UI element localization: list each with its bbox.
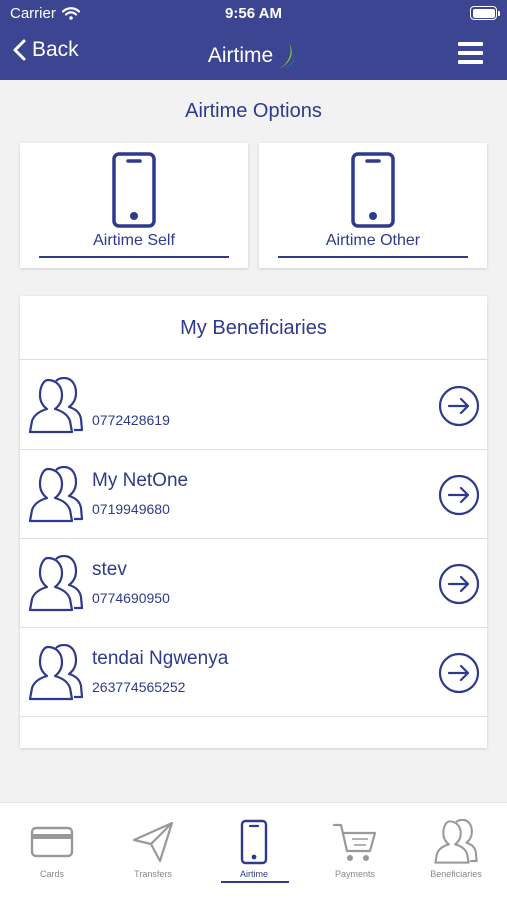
- status-time: 9:56 AM: [225, 5, 282, 22]
- tab-beneficiaries-label: Beneficiaries: [430, 869, 482, 879]
- airtime-options-title: Airtime Options: [185, 100, 322, 122]
- cart-icon: [332, 823, 377, 861]
- page-title: Airtime: [0, 41, 507, 71]
- beneficiary-name: tendai Ngwenya: [92, 648, 229, 669]
- paper-plane-icon: [132, 821, 174, 863]
- page-title-text: Airtime: [207, 44, 274, 67]
- tab-transfers[interactable]: Transfers: [108, 819, 198, 879]
- users-icon: [28, 377, 84, 434]
- beneficiary-row[interactable]: My NetOne 0719949680: [20, 450, 487, 539]
- airtime-self-label: Airtime Self: [93, 232, 175, 249]
- tab-payments[interactable]: Payments: [310, 819, 400, 879]
- beneficiary-phone: 0719949680: [92, 501, 170, 517]
- airtime-other-label: Airtime Other: [325, 232, 421, 249]
- tab-airtime-label: Airtime: [239, 869, 268, 879]
- beneficiary-row[interactable]: stev 0774690950: [20, 539, 487, 628]
- airtime-other-underline: [278, 256, 468, 258]
- users-icon: [28, 644, 84, 701]
- airtime-self-underline: [39, 256, 229, 258]
- tab-cards[interactable]: Cards: [7, 819, 97, 879]
- beneficiary-row[interactable]: 0772428619: [20, 361, 487, 450]
- beneficiary-name: My NetOne: [92, 470, 189, 491]
- brand-logo-icon: [279, 43, 296, 69]
- users-icon: [434, 819, 478, 864]
- beneficiary-phone: 0772428619: [92, 412, 170, 428]
- beneficiary-phone: 0774690950: [92, 590, 170, 606]
- status-bar: Carrier 9:56 AM: [0, 0, 507, 28]
- users-icon: [28, 466, 84, 523]
- arrow-right-circle-icon[interactable]: [438, 652, 480, 694]
- arrow-right-circle-icon[interactable]: [438, 385, 480, 427]
- bottom-tab-bar: Cards Transfers Airtime Payments Benefic…: [0, 802, 507, 900]
- mobile-phone-icon: [112, 152, 156, 228]
- tab-airtime[interactable]: Airtime: [209, 819, 299, 883]
- menu-button[interactable]: [458, 42, 483, 64]
- card-icon: [30, 826, 74, 858]
- beneficiary-row[interactable]: tendai Ngwenya 263774565252: [20, 628, 487, 717]
- nav-bar: Back Airtime: [0, 30, 507, 78]
- beneficiaries-panel: My Beneficiaries 0772428619 My NetOne 07…: [20, 296, 487, 748]
- beneficiary-phone: 263774565252: [92, 679, 186, 695]
- beneficiaries-title: My Beneficiaries: [20, 296, 487, 360]
- tab-payments-label: Payments: [334, 869, 376, 879]
- arrow-right-circle-icon[interactable]: [438, 474, 480, 516]
- mobile-phone-icon: [240, 819, 268, 865]
- arrow-right-circle-icon[interactable]: [438, 563, 480, 605]
- mobile-phone-icon: [351, 152, 395, 228]
- tab-beneficiaries[interactable]: Beneficiaries: [411, 819, 501, 879]
- battery-icon: [470, 6, 500, 20]
- airtime-self-card[interactable]: Airtime Self: [20, 143, 248, 268]
- tab-transfers-label: Transfers: [134, 869, 172, 879]
- active-tab-indicator: [221, 881, 289, 883]
- app-header: Carrier 9:56 AM Back Airtime: [0, 0, 507, 80]
- tab-cards-label: Cards: [39, 869, 64, 879]
- users-icon: [28, 555, 84, 612]
- airtime-other-card[interactable]: Airtime Other: [259, 143, 487, 268]
- beneficiary-name: stev: [92, 559, 127, 580]
